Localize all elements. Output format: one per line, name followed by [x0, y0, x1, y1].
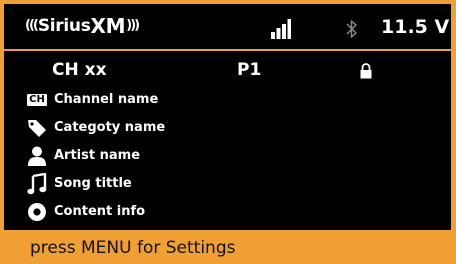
- channel-icon: CH: [27, 94, 47, 106]
- music-note-icon: [27, 173, 47, 195]
- content-row: Content info: [26, 200, 145, 224]
- channel-number: CH xx: [52, 60, 107, 80]
- person-icon: [28, 146, 46, 166]
- voltage-readout: 11.5 V: [381, 16, 450, 38]
- disc-icon: [28, 203, 46, 221]
- bluetooth-icon: [346, 20, 357, 38]
- artist-row: Artist name: [26, 144, 140, 168]
- siriusxm-logo: ((( Sirius XM ))): [25, 14, 140, 38]
- divider: [4, 49, 451, 51]
- channel-name-row: CH Channel name: [26, 88, 158, 112]
- wave-left-icon: (((: [25, 18, 39, 33]
- tag-icon: [28, 120, 46, 137]
- channel-name: Channel name: [54, 92, 159, 107]
- preset-number: P1: [237, 60, 262, 80]
- category-row: Categoty name: [26, 116, 165, 140]
- signal-bars-icon: [271, 19, 291, 39]
- menu-hint: press MENU for Settings: [30, 238, 236, 258]
- content-info: Content info: [54, 204, 146, 219]
- wave-right-icon: ))): [126, 18, 140, 33]
- song-row: Song tittle: [26, 172, 132, 196]
- category-name: Categoty name: [54, 120, 166, 135]
- lock-icon: [360, 63, 372, 79]
- song-title: Song tittle: [54, 176, 132, 191]
- radio-display: ((( Sirius XM ))) 11.5 V CH xx P1 CH Chan…: [4, 4, 451, 230]
- status-bar: ((( Sirius XM ))) 11.5 V: [4, 4, 451, 48]
- artist-name: Artist name: [54, 148, 141, 163]
